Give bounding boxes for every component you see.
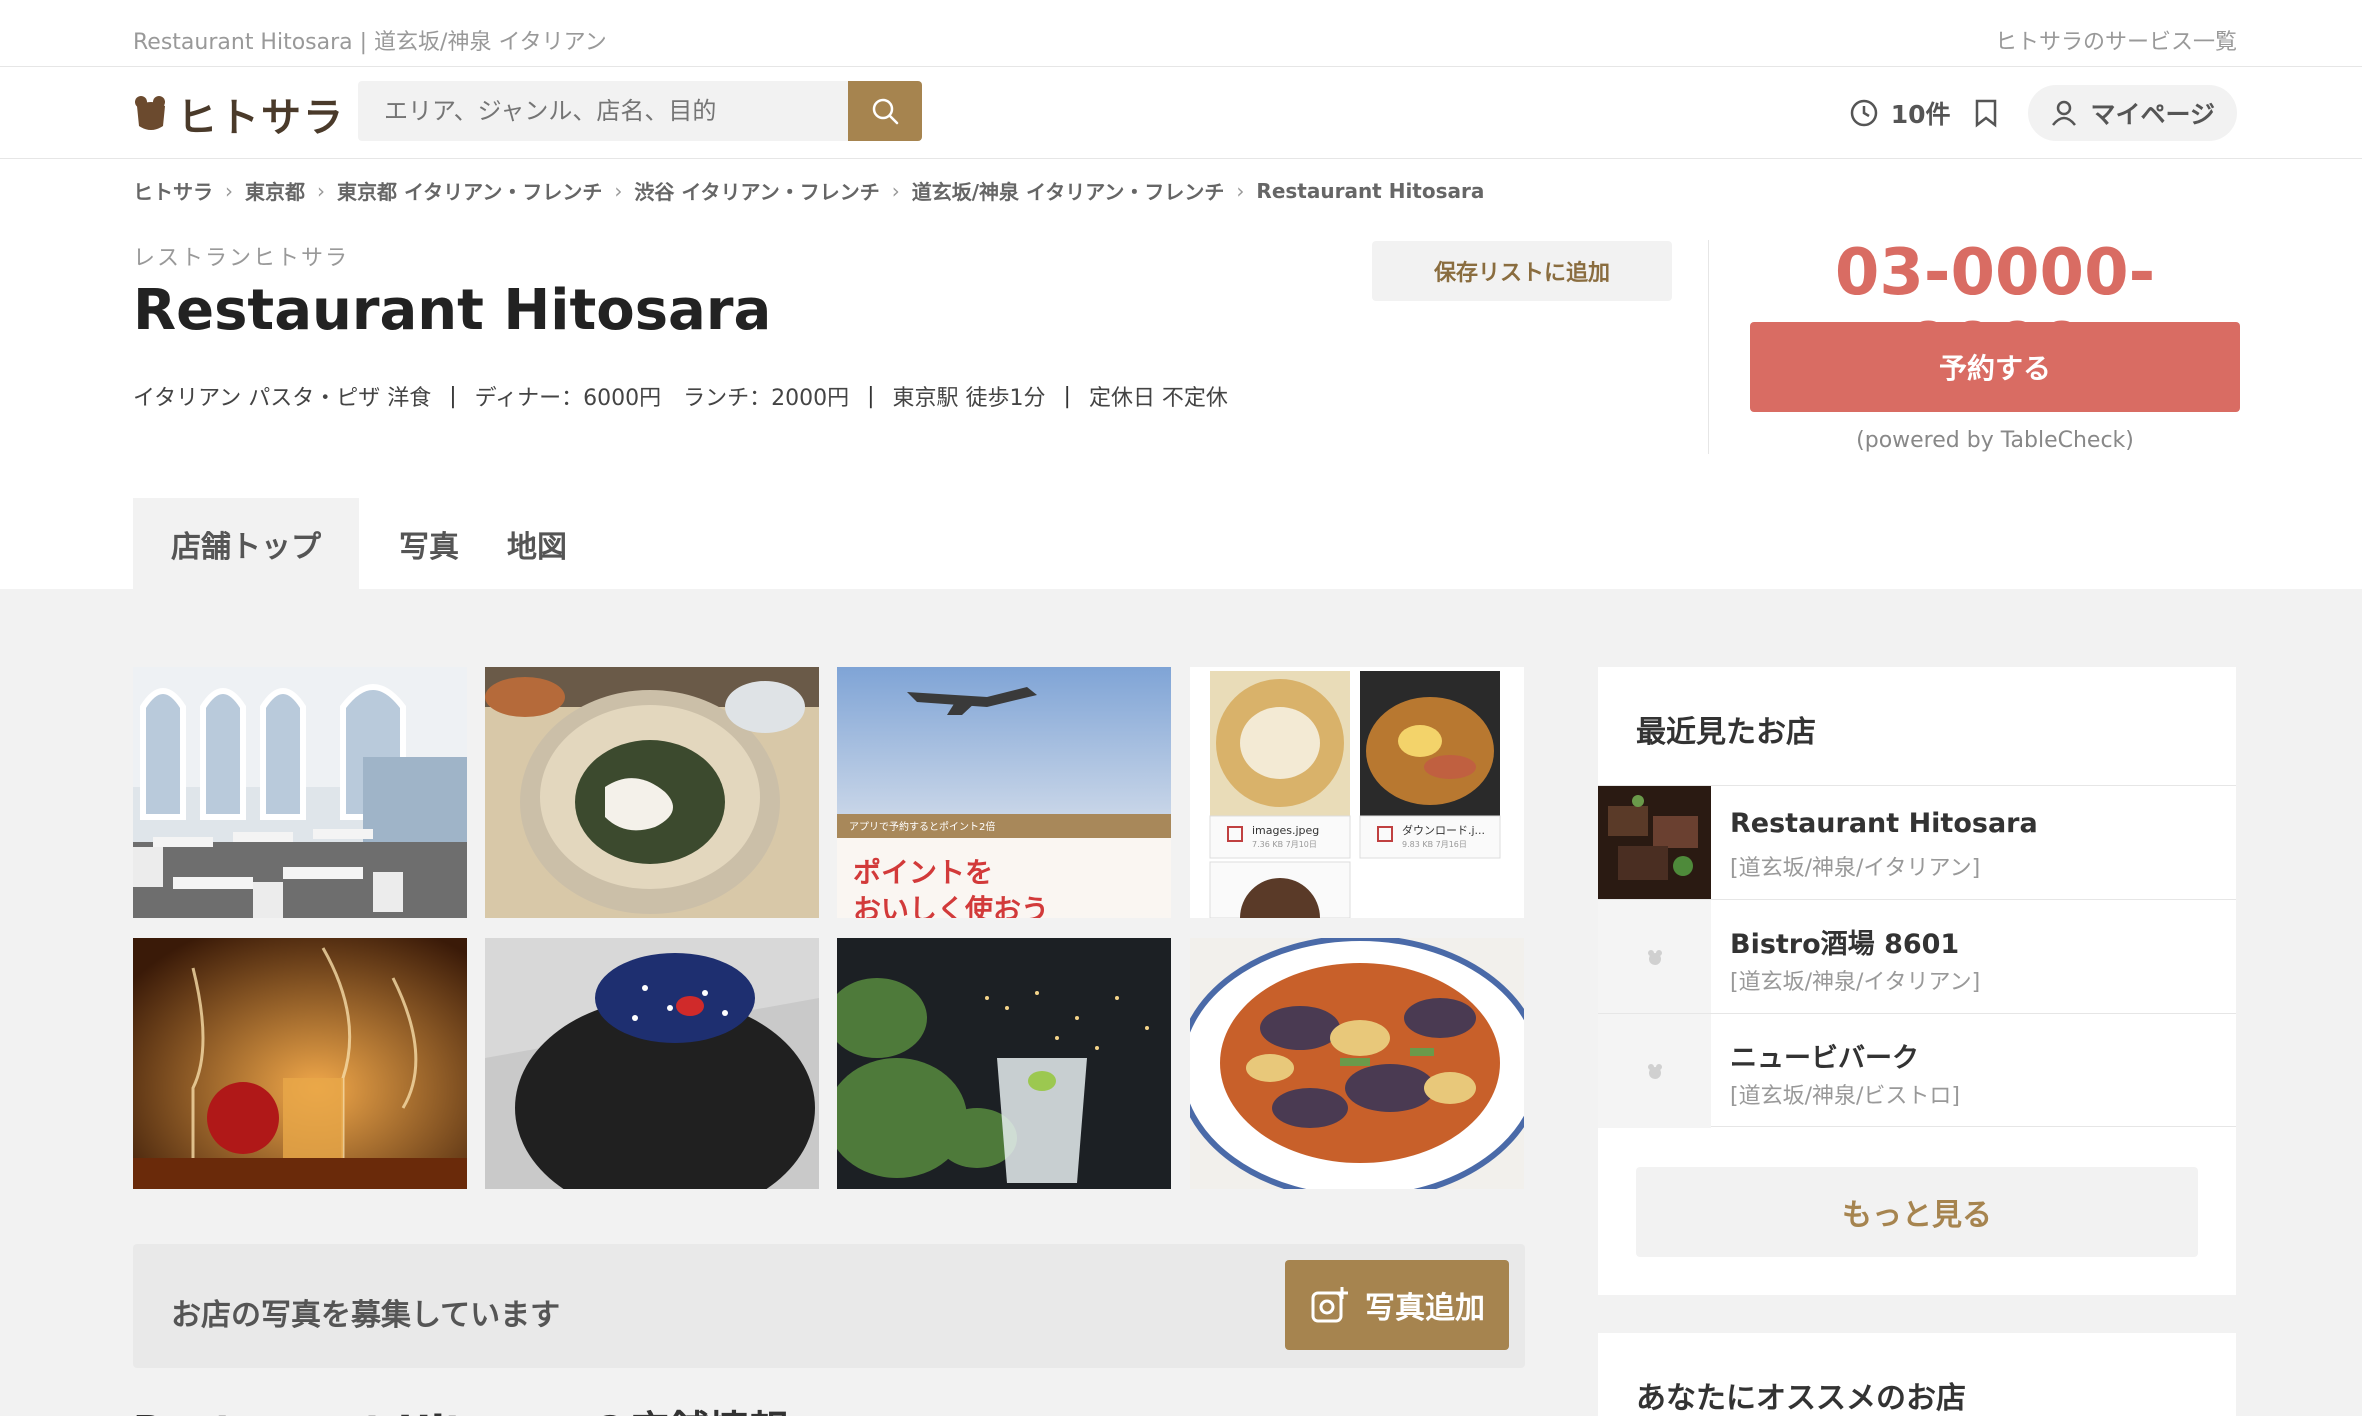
bear-placeholder-icon — [1647, 950, 1662, 965]
bookmark-button[interactable] — [1974, 98, 1998, 128]
recent-thumb — [1598, 786, 1711, 900]
breadcrumb-current: Restaurant Hitosara — [1256, 178, 1485, 203]
restaurant-kana: レストランヒトサラ — [133, 246, 350, 271]
breadcrumb-item[interactable]: 渋谷 イタリアン・フレンチ — [634, 176, 879, 205]
breadcrumb-item[interactable]: ヒトサラ — [133, 176, 213, 205]
recent-item-area: [道玄坂/神泉/ビストロ] — [1730, 1084, 1960, 1109]
breadcrumb-separator: › — [1236, 178, 1245, 203]
file-2-meta: 9.83 KB 7月16日 — [1402, 840, 1467, 849]
file-1-name: images.jpeg — [1252, 824, 1319, 837]
seaweed-dish-image — [485, 667, 819, 918]
file-1-meta: 7.36 KB 7月10日 — [1252, 840, 1317, 849]
recent-item-name: Restaurant Hitosara — [1730, 808, 2038, 839]
search-box — [358, 81, 848, 141]
restaurant-meta: イタリアン パスタ・ピザ 洋食 | ディナー：6000円 ランチ：2000円 |… — [133, 380, 1228, 412]
shop-info-heading: Restaurant Hitosaraの店舗情報 — [133, 1398, 789, 1416]
recent-item-name: ニュービバーク — [1730, 1043, 1919, 1074]
bear-logo-icon — [135, 96, 165, 130]
recent-item-area: [道玄坂/神泉/イタリアン] — [1730, 970, 1981, 995]
add-photo-icon — [1311, 1287, 1348, 1323]
header-actions: 10件 マイページ — [1849, 85, 2237, 141]
breadcrumb-separator: › — [891, 178, 900, 203]
vertical-divider — [1708, 240, 1709, 454]
add-photo-button[interactable]: 写真追加 — [1285, 1260, 1509, 1350]
page-title: Restaurant Hitosara — [133, 278, 772, 343]
photo-thumb-seaweed-dish[interactable] — [485, 667, 819, 918]
tab-photos[interactable]: 写真 — [359, 498, 499, 589]
site-logo[interactable]: ヒトサラ — [133, 89, 345, 141]
powered-by-text: (powered by TableCheck) — [1856, 428, 2134, 453]
clock-icon — [1850, 99, 1877, 127]
recent-item[interactable]: ニュービバーク [道玄坂/神泉/ビストロ] — [1598, 1013, 2236, 1128]
steak-thumb-image — [1598, 786, 1711, 900]
logo-text: ヒトサラ — [177, 95, 345, 141]
genre-text: イタリアン パスタ・ピザ 洋食 — [133, 386, 432, 411]
access-text: 東京駅 徒歩1分 — [892, 386, 1046, 411]
breadcrumb-item[interactable]: 東京都 イタリアン・フレンチ — [337, 176, 602, 205]
eggplant-image — [1190, 938, 1524, 1189]
photo-thumb-dining-room[interactable] — [133, 667, 467, 918]
add-photo-label: 写真追加 — [1365, 1291, 1485, 1326]
breadcrumb: ヒトサラ › 東京都 › 東京都 イタリアン・フレンチ › 渋谷 イタリアン・フレンチ… — [133, 176, 1484, 205]
recent-item[interactable]: Bistro酒場 8601 [道玄坂/神泉/イタリアン] — [1598, 899, 2236, 1014]
photo-thumb-ramen-files[interactable]: images.jpeg 7.36 KB 7月10日 ダウンロード.j... 9.… — [1190, 667, 1524, 918]
holiday-text: 定休日 不定休 — [1088, 386, 1228, 411]
site-header: ヒトサラ 10件 マイページ — [0, 67, 2362, 159]
reserve-button[interactable]: 予約する — [1750, 322, 2240, 412]
breadcrumb-separator: › — [317, 178, 325, 203]
ramen-files-image: images.jpeg 7.36 KB 7月10日 ダウンロード.j... 9.… — [1190, 667, 1524, 918]
bookmark-icon — [1976, 99, 1997, 128]
bear-placeholder-icon — [1647, 1064, 1662, 1079]
breadcrumb-item[interactable]: 東京都 — [245, 176, 305, 205]
photo-recruit-text: お店の写真を募集しています — [171, 1298, 561, 1333]
recent-thumb-placeholder — [1598, 900, 1711, 1014]
night-drink-image — [837, 938, 1171, 1189]
recent-item-area: [道玄坂/神泉/イタリアン] — [1730, 856, 1981, 881]
app-ad-image: アプリで予約するとポイント2倍 ポイントを おいしく使おう — [837, 667, 1171, 918]
recommend-panel: あなたにオススメのお店 — [1598, 1333, 2236, 1416]
photo-thumb-wine-glasses[interactable] — [133, 938, 467, 1189]
recently-viewed-title: 最近見たお店 — [1636, 715, 1816, 750]
service-list-link[interactable]: ヒトサラのサービス一覧 — [1995, 24, 2237, 56]
photo-thumb-dog[interactable] — [485, 938, 819, 1189]
search-icon — [872, 98, 899, 125]
breadcrumb-separator: › — [225, 178, 233, 203]
dog-image — [485, 938, 819, 1189]
photo-recruit-banner: お店の写真を募集しています 写真追加 — [133, 1244, 1525, 1368]
breadcrumb-item[interactable]: 道玄坂/神泉 イタリアン・フレンチ — [912, 176, 1225, 205]
page-heading-strip: Restaurant Hitosara | 道玄坂/神泉 イタリアン — [133, 30, 607, 55]
photo-thumb-eggplant[interactable] — [1190, 938, 1524, 1189]
history-count: 10件 — [1890, 100, 1951, 129]
meta-divider: | — [867, 383, 875, 409]
dining-room-image — [133, 667, 467, 918]
top-strip: Restaurant Hitosara | 道玄坂/神泉 イタリアン ヒトサラの… — [0, 0, 2362, 67]
recommend-title: あなたにオススメのお店 — [1636, 1381, 1966, 1416]
file-2-name: ダウンロード.j... — [1402, 823, 1485, 837]
breadcrumb-separator: › — [614, 178, 623, 203]
tab-top[interactable]: 店舗トップ — [133, 498, 359, 589]
recent-item-name: Bistro酒場 8601 — [1730, 929, 1960, 960]
more-button[interactable]: もっと見る — [1636, 1167, 2198, 1257]
recent-thumb-placeholder — [1598, 1014, 1711, 1128]
mypage-label: マイページ — [2090, 100, 2215, 129]
history-button[interactable]: 10件 — [1849, 95, 1951, 131]
photo-thumb-app-ad[interactable]: アプリで予約するとポイント2倍 ポイントを おいしく使おう — [837, 667, 1171, 918]
recently-viewed-panel: 最近見たお店 Restaurant Hitosara [道玄坂/神泉/イタリアン… — [1598, 667, 2236, 1295]
ad-headline-1: ポイントを — [853, 856, 993, 889]
tab-bar: 店舗トップ 写真 地図 — [133, 498, 607, 589]
ad-small-text: アプリで予約するとポイント2倍 — [849, 820, 995, 833]
user-icon — [2052, 100, 2077, 126]
search-button[interactable] — [848, 81, 922, 141]
photo-thumb-night-drink[interactable] — [837, 938, 1171, 1189]
wine-glasses-image — [133, 938, 467, 1189]
meta-divider: | — [449, 383, 457, 409]
recent-item[interactable]: Restaurant Hitosara [道玄坂/神泉/イタリアン] — [1598, 785, 2236, 900]
mypage-button[interactable]: マイページ — [2028, 85, 2237, 141]
meta-divider: | — [1063, 383, 1071, 409]
search-input[interactable] — [358, 81, 848, 141]
price-text: ディナー：6000円 ランチ：2000円 — [474, 386, 850, 411]
ad-headline-2: おいしく使おう — [853, 893, 1049, 918]
save-list-button[interactable]: 保存リストに追加 — [1372, 241, 1672, 301]
tab-map[interactable]: 地図 — [499, 498, 607, 589]
